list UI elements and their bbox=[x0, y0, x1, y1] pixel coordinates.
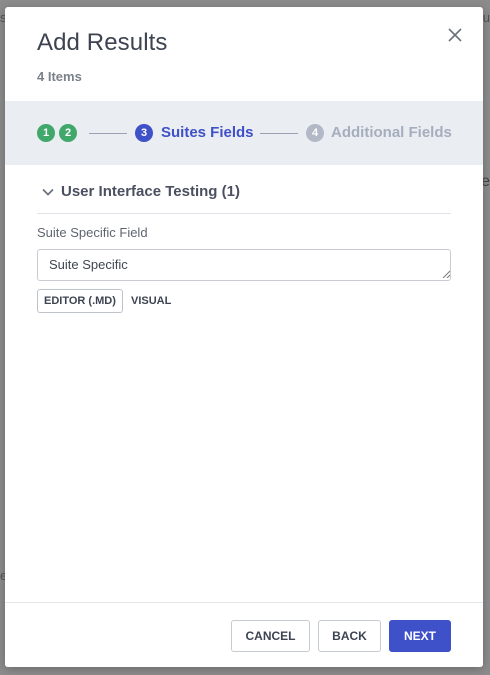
next-button[interactable]: NEXT bbox=[389, 620, 451, 652]
step-3-label[interactable]: Suites Fields bbox=[161, 123, 254, 143]
add-results-modal: Add Results 4 Items 1 2 3 Suites Fields … bbox=[5, 7, 483, 667]
modal-footer: CANCEL BACK NEXT bbox=[5, 602, 483, 667]
suite-specific-field-input[interactable]: Suite Specific bbox=[37, 249, 451, 281]
modal-title: Add Results bbox=[37, 29, 168, 56]
field-label: Suite Specific Field bbox=[37, 225, 148, 240]
visual-tab[interactable]: VISUAL bbox=[130, 289, 172, 313]
back-button[interactable]: BACK bbox=[318, 620, 381, 652]
item-count: 4 Items bbox=[37, 69, 82, 84]
step-4-indicator[interactable]: 4 bbox=[306, 124, 324, 142]
wizard-stepper: 1 2 3 Suites Fields 4 Additional Fields bbox=[5, 101, 483, 165]
chevron-down-icon bbox=[42, 188, 54, 196]
step-connector bbox=[89, 133, 127, 134]
step-3-indicator[interactable]: 3 bbox=[135, 124, 153, 142]
editor-md-tab[interactable]: EDITOR (.MD) bbox=[37, 289, 123, 313]
suite-section-header[interactable]: User Interface Testing (1) bbox=[37, 179, 451, 214]
step-2-indicator[interactable]: 2 bbox=[59, 124, 77, 142]
step-connector bbox=[260, 133, 298, 134]
close-button[interactable] bbox=[445, 25, 465, 45]
cancel-button[interactable]: CANCEL bbox=[231, 620, 310, 652]
section-title: User Interface Testing (1) bbox=[61, 183, 240, 200]
step-1-indicator[interactable]: 1 bbox=[37, 124, 55, 142]
step-4-label[interactable]: Additional Fields bbox=[331, 123, 452, 143]
close-icon bbox=[448, 28, 462, 42]
